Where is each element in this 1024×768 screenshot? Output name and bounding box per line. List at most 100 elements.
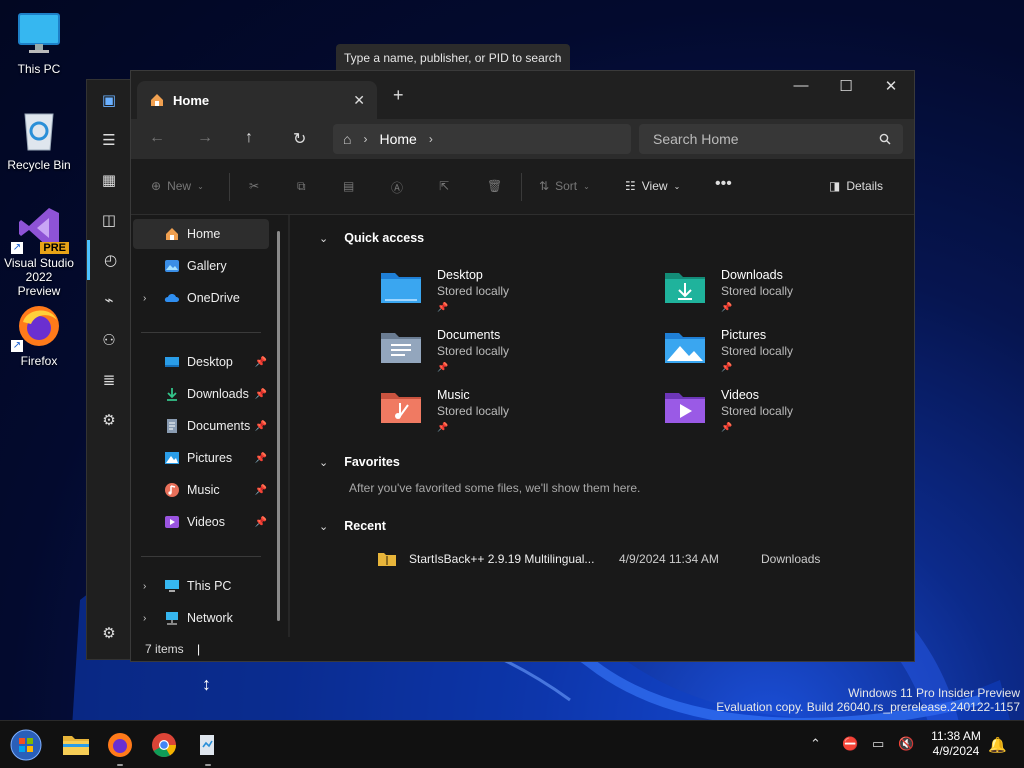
nav-item-downloads[interactable]: Downloads 📌 [133,379,269,409]
nav-item-music[interactable]: Music 📌 [133,475,269,505]
cloud-icon [164,294,179,302]
picture-icon [165,452,179,464]
section-quick-access[interactable]: ⌄ Quick access [319,231,424,245]
taskbar-chrome[interactable] [148,729,180,761]
quick-access-downloads[interactable]: Downloads Stored locally 📌 [663,267,923,323]
app-history-icon[interactable]: ◴ [87,240,131,280]
close-button[interactable]: ✕ [868,77,914,95]
firefox-icon: ↗ [11,302,63,352]
rename-icon[interactable]: Ⓐ [391,179,403,196]
section-favorites[interactable]: ⌄ Favorites [319,455,400,469]
item-name: Desktop [437,268,483,282]
nav-label: Pictures [187,451,233,465]
navigation-scrollbar[interactable] [277,231,280,621]
quick-access-documents[interactable]: Documents Stored locally 📌 [379,327,639,383]
pin-icon[interactable]: 📌 [255,389,267,400]
pin-icon[interactable]: 📌 [255,453,267,464]
pin-icon[interactable]: 📌 [255,357,267,368]
chevron-right-icon[interactable]: › [429,132,433,146]
nav-item-pictures[interactable]: Pictures 📌 [133,443,269,473]
back-arrow-icon[interactable]: ← [149,129,165,147]
nav-item-network[interactable]: › Network [133,603,269,633]
refresh-icon[interactable]: ↻ [293,129,306,149]
minimize-button[interactable]: — [778,77,824,94]
favorites-empty-message: After you've favorited some files, we'll… [349,481,641,495]
taskbar: ⌃ ⛔ ▭ 🔇 11:38 AM 4/9/2024 🔔 [0,720,1024,768]
volume-muted-icon[interactable]: 🔇 [898,736,914,752]
recent-file-name: StartIsBack++ 2.9.19 Multilingual... [409,552,595,566]
taskbar-task-manager[interactable] [192,729,224,766]
details-list-icon[interactable]: ≣ [87,360,131,400]
taskbar-firefox[interactable] [104,729,136,766]
shortcut-arrow-icon: ↗ [11,242,23,254]
document-icon [167,419,177,433]
startup-apps-icon[interactable]: ⌁ [87,280,131,320]
settings-icon[interactable]: ⚙ [87,613,131,653]
quick-access-desktop[interactable]: Desktop Stored locally 📌 [379,267,639,323]
delete-icon[interactable]: 🗑 [487,179,502,193]
desktop-icon-label: Visual Studio 2022 Preview [4,256,74,298]
taskbar-file-explorer[interactable] [60,729,92,761]
details-button[interactable]: ◨ Details [829,179,883,193]
users-icon[interactable]: ⚇ [87,320,131,360]
taskbar-clock[interactable]: 11:38 AM 4/9/2024 [926,729,986,759]
nav-item-videos[interactable]: Videos 📌 [133,507,269,537]
desktop-icon-visual-studio[interactable]: PRE ↗ Visual Studio 2022 Preview [4,204,74,298]
more-options-icon[interactable]: ••• [715,175,732,193]
network-disconnected-icon[interactable]: ⛔ [842,736,858,752]
search-input[interactable]: Search Home [639,124,903,154]
view-button[interactable]: ☷ View ⌄ [625,179,680,193]
desktop-icon-firefox[interactable]: ↗ Firefox [4,302,74,368]
file-explorer-window: Home ✕ + — ☐ ✕ ← → ↑ ↻ ⌂ › Home › Search… [130,70,915,662]
clock-date: 4/9/2024 [932,744,980,758]
nav-item-gallery[interactable]: Gallery [133,251,269,281]
nav-item-documents[interactable]: Documents 📌 [133,411,269,441]
breadcrumb-home[interactable]: Home [379,131,416,147]
sort-button[interactable]: ⇅ Sort ⌄ [539,179,590,193]
hamburger-icon[interactable]: ☰ [87,120,131,160]
display-icon[interactable]: ▭ [872,736,884,752]
share-icon[interactable]: ⇱ [439,179,449,193]
chevron-right-icon[interactable]: › [143,581,146,592]
section-recent[interactable]: ⌄ Recent [319,519,386,533]
gallery-icon [165,260,179,272]
pin-icon: 📌 [437,362,449,372]
maximize-button[interactable]: ☐ [823,77,869,95]
tab-home[interactable]: Home ✕ [137,81,377,119]
pin-icon[interactable]: 📌 [255,517,267,528]
chevron-right-icon[interactable]: › [143,613,146,624]
address-box[interactable]: ⌂ › Home › [333,124,631,154]
nav-item-this-pc[interactable]: › This PC [133,571,269,601]
nav-item-desktop[interactable]: Desktop 📌 [133,347,269,377]
item-name: Downloads [721,268,783,282]
close-tab-icon[interactable]: ✕ [353,92,365,109]
quick-access-pictures[interactable]: Pictures Stored locally 📌 [663,327,923,383]
pane-divider[interactable] [288,215,290,641]
up-arrow-icon[interactable]: ↑ [245,129,253,147]
paste-icon[interactable]: ▤ [343,179,354,193]
pin-icon[interactable]: 📌 [255,485,267,496]
nav-item-home[interactable]: Home [133,219,269,249]
desktop-icon-recycle-bin[interactable]: Recycle Bin [4,106,74,172]
pin-icon: 📌 [721,362,733,372]
quick-access-music[interactable]: Music Stored locally 📌 [379,387,639,443]
processes-icon[interactable]: ▦ [87,160,131,200]
copy-icon[interactable]: ⧉ [297,179,306,194]
new-tab-button[interactable]: + [393,85,404,106]
quick-access-videos[interactable]: Videos Stored locally 📌 [663,387,923,443]
recent-file-row[interactable]: StartIsBack++ 2.9.19 Multilingual... 4/9… [377,551,897,567]
cut-icon[interactable]: ✂ [249,179,259,193]
downloads-folder-icon [665,273,705,303]
desktop-icon-this-pc[interactable]: This PC [4,10,74,76]
services-icon[interactable]: ⚙ [87,400,131,440]
performance-icon[interactable]: ◫ [87,200,131,240]
nav-item-onedrive[interactable]: › OneDrive [133,283,269,313]
start-button[interactable] [10,729,42,761]
notification-bell-icon[interactable]: 🔔 [988,736,1007,754]
chevron-right-icon[interactable]: › [143,293,146,304]
task-manager-search[interactable]: Type a name, publisher, or PID to search [336,44,570,72]
forward-arrow-icon[interactable]: → [197,129,213,147]
pin-icon[interactable]: 📌 [255,421,267,432]
new-button[interactable]: ⊕ New ⌄ [151,179,204,193]
show-hidden-icons-chevron[interactable]: ⌃ [810,736,821,752]
